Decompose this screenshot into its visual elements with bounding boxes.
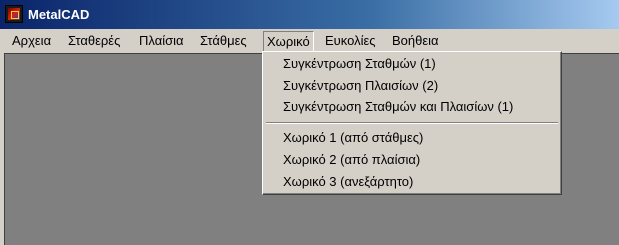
menu-item-choriko-2[interactable]: Χωρικό 2 (από πλαίσια) bbox=[283, 151, 420, 169]
menu-item-stathmon-1[interactable]: Συγκέντρωση Σταθμών (1) bbox=[283, 55, 436, 73]
app-window: MetalCAD Αρχεια Σταθερές Πλαίσια Στάθμες… bbox=[0, 0, 619, 245]
app-icon[interactable] bbox=[5, 5, 23, 23]
menu-voitheia[interactable]: Βοήθεια bbox=[389, 31, 442, 52]
menu-plaisia[interactable]: Πλαίσια bbox=[136, 31, 187, 52]
window-title: MetalCAD bbox=[28, 7, 90, 22]
menu-item-choriko-1[interactable]: Χωρικό 1 (από στάθμες) bbox=[283, 129, 423, 147]
menu-item-plaision-2[interactable]: Συγκέντρωση Πλαισίων (2) bbox=[283, 77, 438, 95]
menu-statheres[interactable]: Σταθερές bbox=[65, 31, 123, 52]
menu-item-stathmon-plaision-1[interactable]: Συγκέντρωση Σταθμών και Πλαισίων (1) bbox=[283, 98, 513, 116]
menu-bar: Αρχεια Σταθερές Πλαίσια Στάθμες Χωρικό Ε… bbox=[0, 29, 619, 53]
menu-stathmes[interactable]: Στάθμες bbox=[197, 31, 250, 52]
menu-choriko[interactable]: Χωρικό bbox=[263, 31, 314, 52]
menu-separator bbox=[266, 122, 558, 124]
choriko-dropdown-menu: Συγκέντρωση Σταθμών (1) Συγκέντρωση Πλαι… bbox=[262, 51, 562, 195]
menu-eukolies[interactable]: Ευκολίες bbox=[322, 31, 379, 52]
menu-archeia[interactable]: Αρχεια bbox=[9, 31, 54, 52]
menu-item-choriko-3[interactable]: Χωρικό 3 (ανεξάρτητο) bbox=[283, 173, 413, 191]
title-bar[interactable]: MetalCAD bbox=[0, 0, 619, 29]
